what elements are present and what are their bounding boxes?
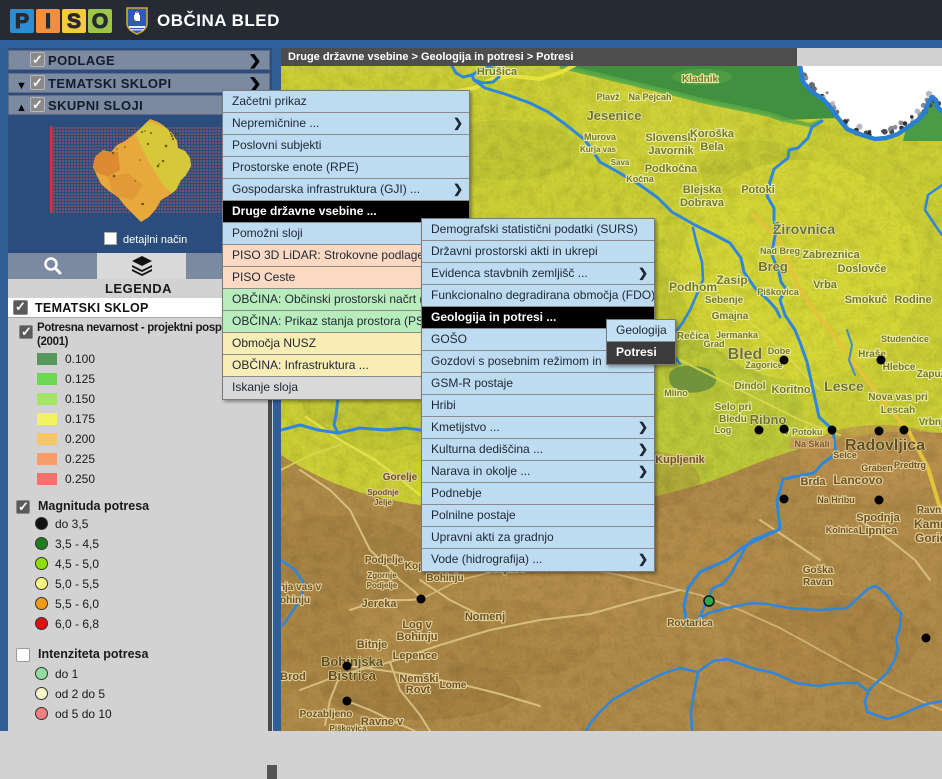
svg-text:Ribno: Ribno [750,412,787,427]
svg-text:Kolnica: Kolnica [826,525,860,535]
svg-text:Lesce: Lesce [824,378,864,394]
svg-text:Zagorice: Zagorice [745,360,783,370]
svg-text:Selce: Selce [833,450,857,460]
svg-text:Lome: Lome [440,680,467,691]
svg-text:Na Hribu: Na Hribu [817,495,855,505]
svg-text:Kupljenik: Kupljenik [655,454,705,466]
svg-text:Spodnja: Spodnja [856,512,900,524]
svg-text:Mlino: Mlino [664,388,688,398]
svg-text:Rovt: Rovt [406,684,431,696]
svg-text:Bela: Bela [700,141,724,153]
svg-text:Rodine: Rodine [894,294,931,306]
svg-text:Piškovica: Piškovica [757,287,800,297]
svg-text:Log v: Log v [402,619,432,631]
svg-text:Radovljica: Radovljica [845,437,925,454]
svg-text:Goška: Goška [803,565,834,576]
svg-text:Bistrica: Bistrica [328,668,376,683]
svg-text:Lescah: Lescah [881,405,915,416]
svg-text:Žirovnica: Žirovnica [773,220,835,237]
svg-text:Vrbnje: Vrbnje [919,417,942,428]
svg-text:Koritno: Koritno [771,384,810,396]
svg-text:Pozabljeno: Pozabljeno [300,709,353,720]
svg-text:Nova vas pri: Nova vas pri [868,392,928,403]
svg-text:Potoki: Potoki [741,184,775,196]
svg-text:Kladnik: Kladnik [682,74,719,85]
svg-text:Log: Log [715,425,732,435]
svg-text:Dobe: Dobe [768,346,791,356]
svg-text:Javornik: Javornik [648,145,694,157]
svg-text:Nomenj: Nomenj [465,611,505,623]
svg-text:Studenčice: Studenčice [881,334,929,344]
svg-text:Gmajna: Gmajna [712,311,749,322]
svg-text:Na Skali: Na Skali [794,439,829,449]
svg-text:Podhom: Podhom [669,280,717,294]
svg-text:Rovtarica: Rovtarica [667,618,713,629]
svg-text:Slovenski: Slovenski [645,132,696,144]
svg-text:Bohinju: Bohinju [426,573,463,584]
svg-text:Ravnica: Ravnica [917,505,942,516]
svg-text:V Potoku: V Potoku [783,427,822,437]
svg-text:Brda: Brda [800,476,826,488]
svg-text:Plavž: Plavž [596,92,620,102]
svg-text:Bledu: Bledu [719,414,747,425]
svg-text:Doslovče: Doslovče [838,263,887,275]
svg-text:Hlebce: Hlebce [883,362,916,373]
svg-text:Graben: Graben [861,463,893,473]
svg-text:Bohinjska: Bohinjska [321,654,384,669]
svg-text:nja vas v: nja vas v [281,582,322,593]
svg-text:Jesenice: Jesenice [587,108,642,123]
svg-text:Kamna: Kamna [914,517,942,531]
svg-text:Breg: Breg [758,259,788,274]
svg-text:Lancovo: Lancovo [833,473,882,487]
svg-text:Podjelje: Podjelje [367,581,398,590]
svg-text:Bohinju: Bohinju [397,631,438,643]
svg-text:Jelje: Jelje [374,498,392,507]
svg-text:Brod: Brod [281,671,306,683]
svg-text:Gorelje: Gorelje [383,472,418,483]
svg-text:Zasip: Zasip [716,273,747,287]
svg-text:Spodnje: Spodnje [367,488,399,497]
svg-text:Predtrg: Predtrg [894,460,926,470]
svg-text:Piškovica: Piškovica [330,724,367,731]
svg-text:Vrba: Vrba [813,279,838,291]
svg-text:Smokuč: Smokuč [845,294,888,306]
svg-text:Sava: Sava [611,158,630,167]
svg-text:Na Pejcah: Na Pejcah [628,92,671,102]
svg-text:Zgornje: Zgornje [367,571,397,580]
svg-text:Ravan: Ravan [803,577,833,588]
svg-text:Murova: Murova [584,132,617,142]
svg-text:Kočna: Kočna [626,174,655,184]
svg-text:Blejska: Blejska [683,184,722,196]
svg-text:Kurja vas: Kurja vas [580,145,617,154]
svg-text:Jereka: Jereka [362,598,398,610]
svg-text:Gorica: Gorica [915,531,942,545]
svg-text:ohinju: ohinju [281,595,310,606]
svg-text:Zapuže: Zapuže [917,369,942,380]
svg-text:Dindol: Dindol [734,381,765,392]
svg-text:Nad Breg: Nad Breg [760,246,800,256]
svg-text:Hrušica: Hrušica [477,66,518,78]
svg-text:Lipnica: Lipnica [859,525,898,537]
svg-text:Lepence: Lepence [393,650,438,662]
svg-text:Dobrava: Dobrava [680,197,725,209]
svg-text:Grad: Grad [703,339,724,349]
svg-text:Podjelje: Podjelje [365,555,404,566]
svg-text:Selo pri: Selo pri [715,402,752,413]
svg-text:Sebenje: Sebenje [705,295,744,306]
svg-text:Bitnje: Bitnje [357,639,388,651]
svg-text:Koroška: Koroška [690,128,735,140]
svg-text:Zabreznica: Zabreznica [802,249,860,261]
svg-text:Ravne v: Ravne v [361,716,404,728]
